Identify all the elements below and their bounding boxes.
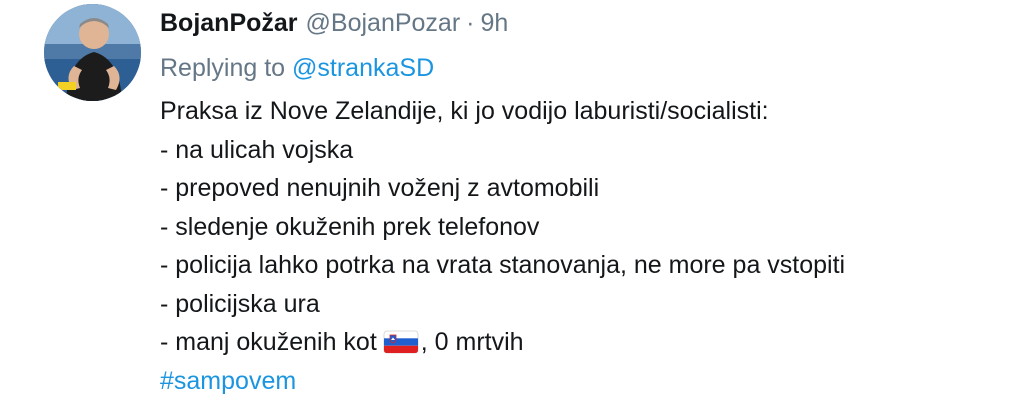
tweet-text: Praksa iz Nove Zelandije, ki jo vodijo l…	[160, 92, 1004, 400]
tweet: BojanPožar @BojanPozar · 9h Replying to @st…	[0, 0, 1024, 400]
tweet-line: - prepoved nenujnih voženj z avtomobili	[160, 174, 600, 202]
tweet-content: BojanPožar @BojanPozar · 9h Replying to @st…	[160, 0, 1004, 400]
tweet-line-part: - manj okuženih kot	[160, 328, 377, 356]
replying-to: Replying to @stranka​SD	[160, 46, 1004, 90]
hashtag-link[interactable]: #sampovem	[160, 367, 296, 395]
tweet-header: BojanPožar @BojanPozar · 9h	[160, 0, 1004, 46]
tweet-line: - na ulicah vojska	[160, 135, 354, 164]
tweet-line: - sledenje okuženih prek telefonov	[160, 212, 540, 241]
author-name[interactable]: BojanPožar	[160, 9, 298, 37]
author-handle[interactable]: @BojanPozar	[306, 9, 461, 37]
tweet-line-part: , 0 mrtvih	[420, 328, 524, 356]
reply-mention-link[interactable]: @stranka​SD	[292, 54, 434, 82]
replying-to-label: Replying to	[160, 54, 286, 82]
tweet-line: - policija lahko potrka na vrata stanova…	[160, 251, 846, 279]
avatar[interactable]	[44, 4, 141, 101]
tweet-line: - manj okuženih kot , 0 mrtvih	[160, 323, 1004, 362]
tweet-line: Praksa iz Nove Zelandije, ki jo vodijo l…	[160, 97, 769, 125]
tweet-timestamp[interactable]: 9h	[481, 9, 509, 37]
tweet-line: #sampovem	[160, 362, 1004, 400]
separator-dot: ·	[466, 9, 475, 37]
avatar-image	[44, 4, 141, 101]
slovenia-flag-icon	[383, 328, 419, 354]
tweet-line: - policijska ura	[160, 289, 320, 318]
